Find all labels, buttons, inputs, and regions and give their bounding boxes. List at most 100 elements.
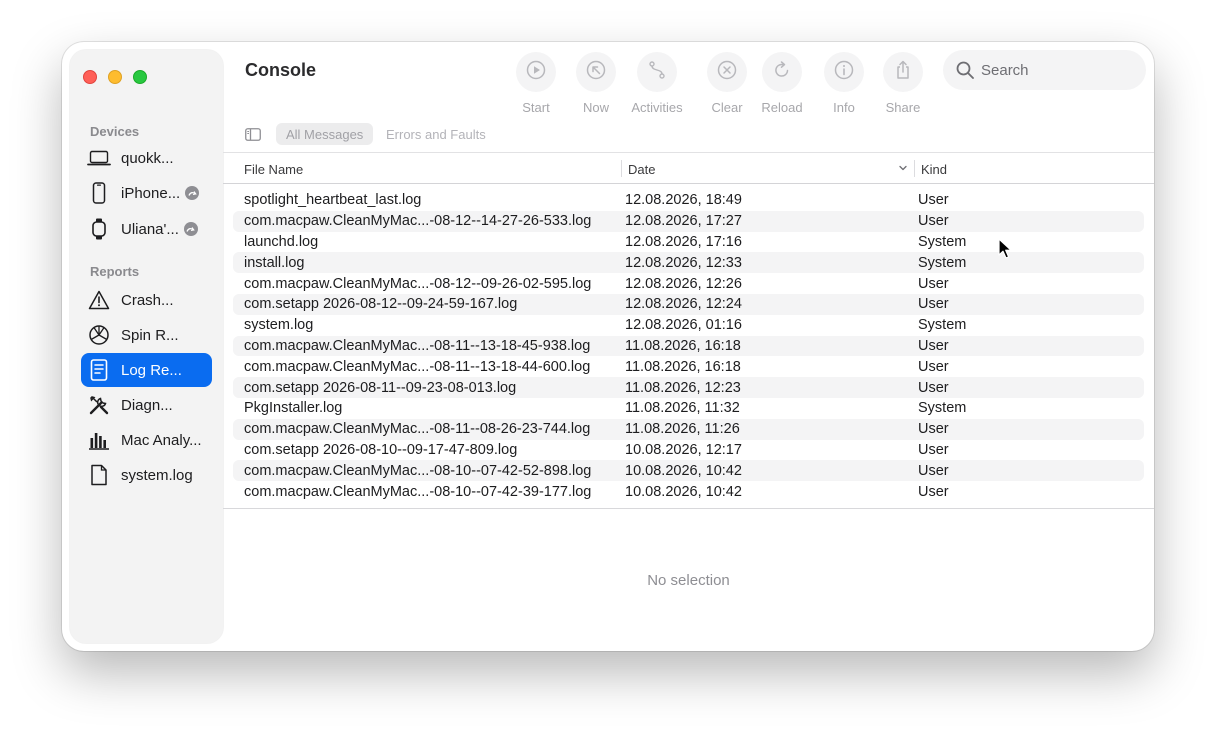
table-row[interactable]: com.macpaw.CleanMyMac...-08-10--07-42-52…: [233, 460, 1144, 482]
cell-file-name: com.macpaw.CleanMyMac...-08-10--07-42-52…: [244, 462, 592, 479]
cell-file-name: com.macpaw.CleanMyMac...-08-10--07-42-39…: [244, 483, 592, 500]
cell-kind: System: [918, 400, 967, 417]
search-placeholder: Search: [981, 61, 1029, 79]
jump-to-now-icon: [586, 60, 606, 85]
table-row[interactable]: com.setapp 2026-08-10--09-17-47-809.log 1…: [233, 440, 1144, 461]
table-row[interactable]: com.macpaw.CleanMyMac...-08-12--09-26-02…: [233, 273, 1144, 294]
share-label: Share: [885, 100, 921, 115]
sidebar-item-iphone[interactable]: iPhone...: [81, 176, 212, 210]
cell-file-name: com.macpaw.CleanMyMac...-08-12--09-26-02…: [244, 275, 592, 292]
reload-button[interactable]: Reload: [747, 52, 817, 115]
cell-date: 12.08.2026, 12:33: [625, 254, 742, 271]
cell-kind: System: [918, 317, 967, 334]
column-header-file-name[interactable]: File Name: [244, 162, 303, 177]
cell-file-name: launchd.log: [244, 233, 319, 250]
cell-kind: User: [918, 296, 949, 313]
table-row[interactable]: com.macpaw.CleanMyMac...-08-10--07-42-39…: [233, 481, 1144, 502]
info-icon: [834, 60, 854, 85]
sidebar-item-label: quokk...: [121, 149, 174, 167]
sidebar-item-mac-analytics[interactable]: Mac Analy...: [81, 423, 212, 457]
play-icon: [526, 60, 546, 85]
zoom-button[interactable]: [133, 70, 147, 84]
cell-file-name: system.log: [244, 317, 314, 334]
table-row[interactable]: com.macpaw.CleanMyMac...-08-11--13-18-45…: [233, 335, 1144, 357]
filter-all-messages[interactable]: All Messages: [276, 123, 374, 145]
table-row[interactable]: spotlight_heartbeat_last.log 12.08.2026, …: [233, 190, 1144, 211]
cell-kind: User: [918, 358, 949, 375]
share-icon: [893, 60, 913, 85]
table-row[interactable]: com.macpaw.CleanMyMac...-08-12--14-27-26…: [233, 210, 1144, 232]
paired-badge-icon: [183, 222, 198, 236]
warning-triangle-icon: [87, 288, 111, 312]
cell-date: 12.08.2026, 18:49: [625, 192, 742, 209]
table-header: File Name Date Kind: [223, 153, 1154, 183]
sidebar-item-mac[interactable]: quokk...: [81, 141, 212, 175]
cell-date: 10.08.2026, 10:42: [625, 483, 742, 500]
cell-file-name: com.macpaw.CleanMyMac...-08-11--13-18-45…: [244, 337, 591, 354]
reload-label: Reload: [761, 100, 803, 115]
cell-kind: User: [918, 192, 949, 209]
minimize-button[interactable]: [108, 70, 122, 84]
cell-file-name: PkgInstaller.log: [244, 400, 343, 417]
sidebar-item-label: Mac Analy...: [121, 431, 202, 449]
close-button[interactable]: [83, 70, 97, 84]
cell-date: 12.08.2026, 17:16: [625, 233, 742, 250]
cell-date: 11.08.2026, 11:32: [625, 400, 740, 417]
clear-icon: [717, 60, 737, 85]
cell-date: 10.08.2026, 10:42: [625, 462, 742, 479]
sidebar-item-label: system.log: [121, 466, 193, 484]
detail-empty-text: No selection: [647, 572, 730, 589]
cell-file-name: com.setapp 2026-08-10--09-17-47-809.log: [244, 441, 518, 458]
sidebar-item-diagnostic-reports[interactable]: Diagn...: [81, 388, 212, 422]
split-divider[interactable]: [223, 508, 1154, 509]
now-label: Now: [582, 100, 609, 115]
sidebar-section-devices: Devices: [90, 124, 140, 139]
cell-kind: User: [918, 462, 949, 479]
sort-chevron-down-icon[interactable]: [898, 161, 908, 176]
table-row[interactable]: system.log 12.08.2026, 01:16 System: [233, 315, 1144, 336]
column-header-date[interactable]: Date: [628, 162, 655, 177]
cell-file-name: com.macpaw.CleanMyMac...-08-12--14-27-26…: [244, 213, 592, 230]
cell-date: 12.08.2026, 17:27: [625, 213, 742, 230]
console-window: Devices quokk... iPhone... Uliana'... Re…: [62, 42, 1154, 651]
header-divider: [223, 183, 1154, 184]
activities-icon: [647, 60, 667, 85]
table-row[interactable]: com.macpaw.CleanMyMac...-08-11--08-26-23…: [233, 418, 1144, 440]
now-button[interactable]: Now: [561, 52, 631, 115]
cell-file-name: com.macpaw.CleanMyMac...-08-11--08-26-23…: [244, 421, 591, 438]
sidebar-item-log-reports[interactable]: Log Re...: [81, 353, 212, 387]
filter-errors-and-faults[interactable]: Errors and Faults: [376, 123, 496, 145]
cell-date: 12.08.2026, 12:24: [625, 296, 742, 313]
cell-kind: User: [918, 379, 949, 396]
table-row[interactable]: com.macpaw.CleanMyMac...-08-11--13-18-44…: [233, 356, 1144, 377]
column-header-kind[interactable]: Kind: [921, 162, 947, 177]
cell-kind: System: [918, 233, 967, 250]
table-row[interactable]: com.setapp 2026-08-11--09-23-08-013.log 1…: [233, 377, 1144, 398]
table-row[interactable]: com.setapp 2026-08-12--09-24-59-167.log 1…: [233, 293, 1144, 315]
cell-kind: User: [918, 441, 949, 458]
sidebar-toggle-icon[interactable]: [245, 128, 261, 146]
search-field[interactable]: Search: [943, 50, 1146, 90]
filter-bar: All Messages Errors and Faults: [223, 120, 1154, 154]
sidebar-item-crash-reports[interactable]: Crash...: [81, 283, 212, 317]
table-row[interactable]: PkgInstaller.log 11.08.2026, 11:32 System: [233, 398, 1144, 419]
sidebar-item-label: Log Re...: [121, 361, 182, 379]
column-separator[interactable]: [914, 160, 915, 177]
watch-icon: [87, 217, 111, 241]
sidebar-item-label: Spin R...: [121, 326, 179, 344]
share-button[interactable]: Share: [868, 52, 938, 115]
cell-kind: User: [918, 483, 949, 500]
document-lines-icon: [87, 358, 111, 382]
activities-button[interactable]: Activities: [622, 52, 692, 115]
sidebar-item-label: iPhone...: [121, 184, 181, 202]
cell-date: 11.08.2026, 12:23: [625, 379, 741, 396]
cell-kind: User: [918, 275, 949, 292]
paired-badge-icon: [185, 186, 200, 200]
cell-kind: System: [918, 254, 967, 271]
sidebar-item-spin-reports[interactable]: Spin R...: [81, 318, 212, 352]
sidebar-item-watch[interactable]: Uliana'...: [81, 212, 212, 246]
sidebar-item-system-log[interactable]: system.log: [81, 458, 212, 492]
sidebar-item-label: Crash...: [121, 291, 174, 309]
cell-date: 11.08.2026, 16:18: [625, 358, 741, 375]
column-separator[interactable]: [621, 160, 622, 177]
